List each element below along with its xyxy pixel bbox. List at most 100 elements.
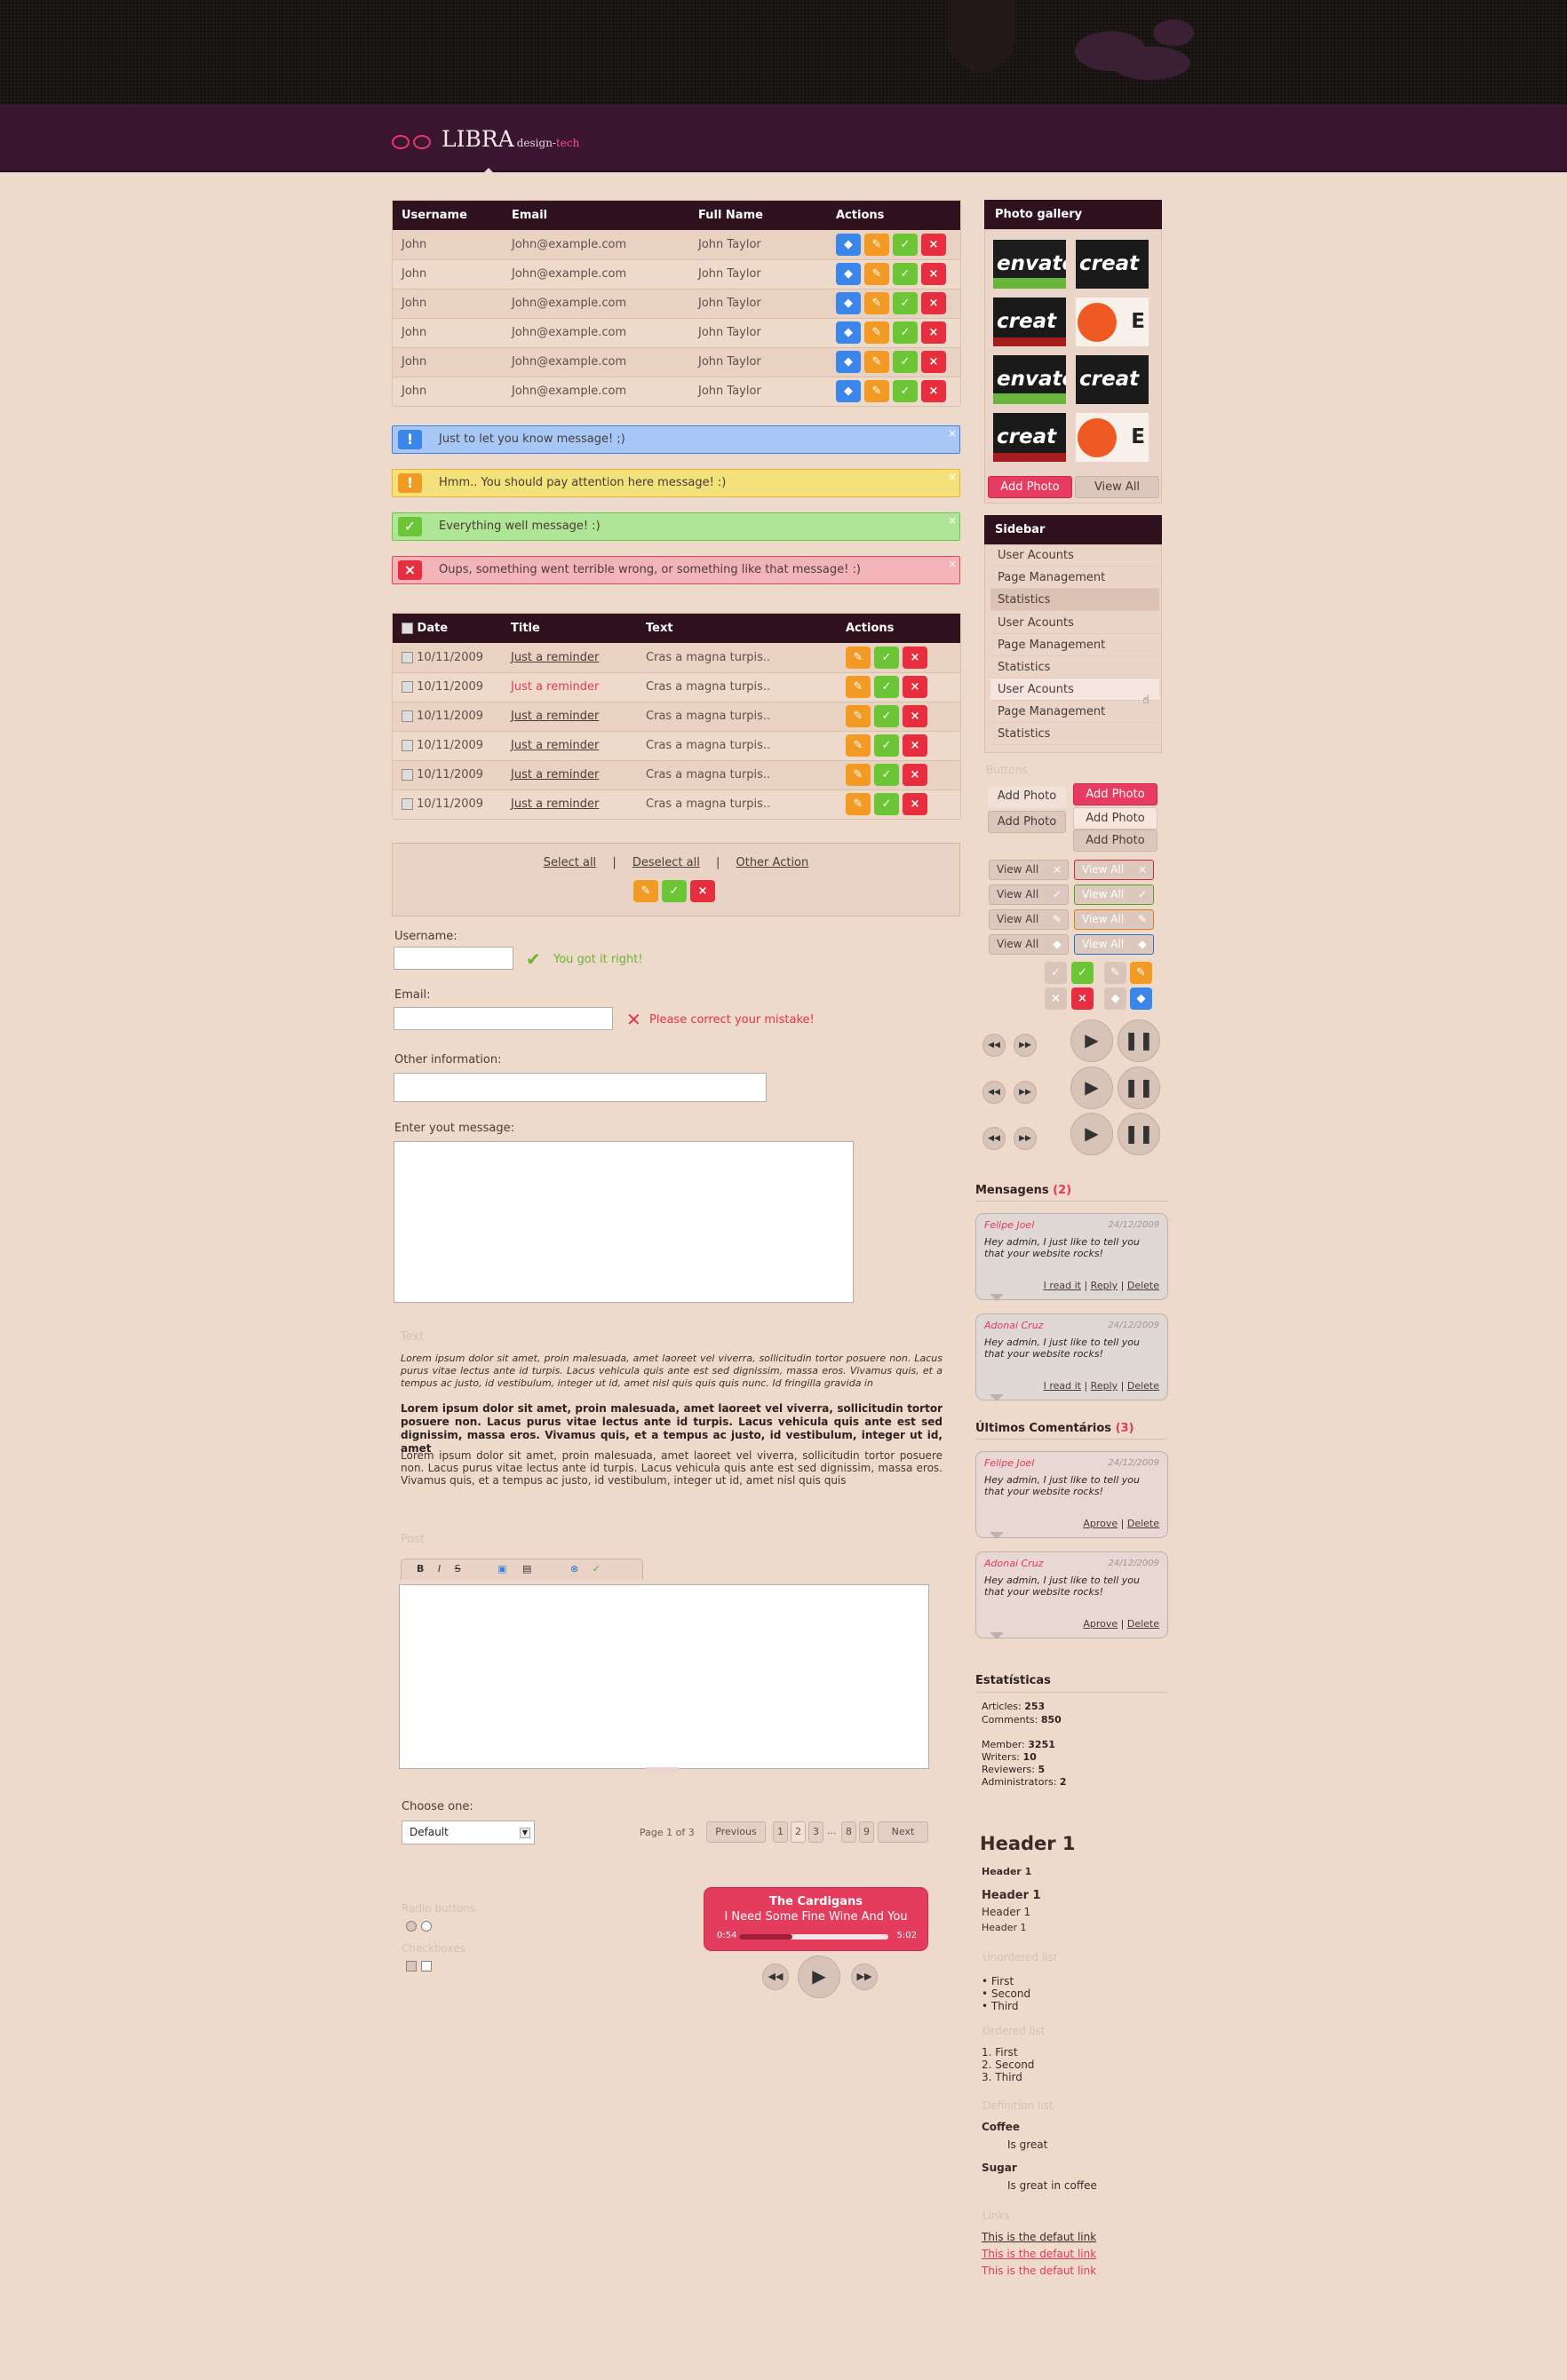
row-checkbox[interactable]	[402, 710, 413, 722]
approve-link[interactable]: Aprove	[1083, 1618, 1118, 1630]
check-icon[interactable]: ✓	[1050, 887, 1064, 901]
radio-button[interactable]	[406, 1921, 417, 1932]
hover-link[interactable]: This is the defaut link	[982, 2248, 1096, 2260]
sidebar-item-user-accounts[interactable]: User Acounts	[990, 612, 1159, 634]
gallery-thumb[interactable]: envato	[993, 355, 1066, 404]
check-icon[interactable]: ✓	[874, 734, 899, 757]
add-photo-button[interactable]: Add Photo	[1073, 829, 1157, 852]
close-icon[interactable]: ×	[903, 705, 927, 727]
sidebar-item-statistics[interactable]: Statistics	[990, 656, 1159, 678]
diamond-icon[interactable]: ◆	[1050, 937, 1064, 951]
reminder-link[interactable]: Just a reminder	[511, 651, 599, 664]
delete-link[interactable]: Delete	[1127, 1380, 1159, 1392]
check-icon[interactable]: ✓	[593, 1563, 601, 1575]
diamond-icon[interactable]: ◆	[1130, 988, 1152, 1010]
gallery-thumb[interactable]: creat	[993, 413, 1066, 462]
pencil-icon[interactable]: ✎	[846, 705, 871, 727]
check-icon[interactable]: ✓	[1045, 962, 1067, 984]
page-1-button[interactable]: 1	[773, 1821, 788, 1843]
view-all-label[interactable]: View All	[997, 863, 1038, 876]
select-all-checkbox[interactable]	[402, 623, 413, 634]
add-photo-button[interactable]: Add Photo	[1073, 807, 1157, 829]
close-icon[interactable]: ×	[921, 380, 946, 402]
pause-icon[interactable]: ❚❚	[1118, 1067, 1160, 1109]
view-all-label[interactable]: View All	[997, 938, 1038, 950]
close-icon[interactable]: ×	[690, 880, 715, 902]
pause-icon[interactable]: ❚❚	[1118, 1019, 1160, 1062]
view-all-label[interactable]: View All	[997, 888, 1038, 900]
gallery-thumb[interactable]: envato	[993, 240, 1066, 289]
play-icon[interactable]: ▶	[1070, 1067, 1113, 1109]
gallery-thumb[interactable]: creat	[1076, 355, 1149, 404]
reminder-link[interactable]: Just a reminder	[511, 768, 599, 781]
email-input[interactable]	[394, 1007, 613, 1030]
delete-link[interactable]: Delete	[1127, 1518, 1159, 1529]
diamond-icon[interactable]: ◆	[836, 292, 861, 314]
delete-link[interactable]: Delete	[1127, 1618, 1159, 1630]
table-icon[interactable]: ▤	[522, 1563, 531, 1575]
close-icon[interactable]: ×	[903, 676, 927, 698]
pencil-icon[interactable]: ✎	[633, 880, 658, 902]
radio-button-selected[interactable]	[421, 1921, 432, 1932]
sidebar-item-user-accounts[interactable]: User Acounts	[990, 678, 1159, 701]
page-3-button[interactable]: 3	[808, 1821, 823, 1843]
link-icon[interactable]: ⊗	[570, 1563, 578, 1575]
checkbox[interactable]	[406, 1961, 417, 1971]
visited-link[interactable]: This is the defaut link	[982, 2265, 1096, 2277]
close-icon[interactable]: ×	[1071, 988, 1094, 1010]
reply-link[interactable]: Reply	[1091, 1280, 1118, 1291]
pencil-icon[interactable]: ✎	[846, 793, 871, 815]
sidebar-item-statistics[interactable]: Statistics	[990, 589, 1159, 611]
diamond-icon[interactable]: ◆	[836, 351, 861, 373]
sidebar-item-page-management[interactable]: Page Management	[990, 567, 1159, 589]
check-icon[interactable]: ✓	[662, 880, 687, 902]
add-photo-button[interactable]: Add Photo	[988, 476, 1072, 498]
play-icon[interactable]: ▶	[798, 1956, 840, 1998]
add-photo-button[interactable]: Add Photo	[1073, 783, 1157, 805]
check-icon[interactable]: ✓	[893, 321, 918, 344]
view-all-button[interactable]: View All	[1075, 476, 1159, 498]
view-all-label[interactable]: View All	[1082, 913, 1124, 925]
close-icon[interactable]: ×	[921, 263, 946, 285]
pencil-icon[interactable]: ✎	[864, 321, 889, 344]
close-icon[interactable]: ×	[903, 734, 927, 757]
close-icon[interactable]: ×	[948, 507, 957, 534]
diamond-icon[interactable]: ◆	[836, 233, 861, 256]
username-input[interactable]	[394, 947, 513, 970]
forward-icon[interactable]: ▶▶	[851, 1964, 878, 1990]
rewind-icon[interactable]: ◀◀	[982, 1127, 1006, 1150]
reply-link[interactable]: Reply	[1091, 1380, 1118, 1392]
page-2-button[interactable]: 2	[791, 1821, 806, 1843]
check-icon[interactable]: ✓	[874, 764, 899, 786]
sidebar-item-user-accounts[interactable]: User Acounts	[990, 544, 1159, 567]
check-icon[interactable]: ✓	[874, 676, 899, 698]
view-all-label[interactable]: View All	[1082, 888, 1124, 900]
row-checkbox[interactable]	[402, 740, 413, 751]
pencil-icon[interactable]: ✎	[864, 233, 889, 256]
resize-handle[interactable]	[646, 1767, 680, 1773]
row-checkbox[interactable]	[402, 681, 413, 693]
close-icon[interactable]: ×	[921, 321, 946, 344]
play-icon[interactable]: ▶	[1070, 1019, 1113, 1062]
close-icon[interactable]: ×	[903, 646, 927, 669]
previous-button[interactable]: Previous	[706, 1821, 766, 1843]
check-icon[interactable]: ✓	[893, 351, 918, 373]
read-link[interactable]: I read it	[1044, 1380, 1081, 1392]
play-icon[interactable]: ▶	[1070, 1113, 1113, 1155]
pencil-icon[interactable]: ✎	[864, 263, 889, 285]
pencil-icon[interactable]: ✎	[846, 646, 871, 669]
diamond-icon[interactable]: ◆	[1135, 937, 1149, 951]
pencil-icon[interactable]: ✎	[846, 734, 871, 757]
message-textarea[interactable]	[394, 1141, 854, 1303]
rewind-icon[interactable]: ◀◀	[982, 1034, 1006, 1057]
page-8-button[interactable]: 8	[841, 1821, 856, 1843]
view-all-label[interactable]: View All	[1082, 863, 1124, 876]
check-icon[interactable]: ✓	[874, 646, 899, 669]
check-icon[interactable]: ✓	[893, 292, 918, 314]
row-checkbox[interactable]	[402, 798, 413, 810]
view-all-label[interactable]: View All	[997, 913, 1038, 925]
reminder-link[interactable]: Just a reminder	[511, 739, 599, 752]
sidebar-item-page-management[interactable]: Page Management	[990, 701, 1159, 723]
diamond-icon[interactable]: ◆	[1104, 988, 1126, 1010]
row-checkbox[interactable]	[402, 769, 413, 781]
